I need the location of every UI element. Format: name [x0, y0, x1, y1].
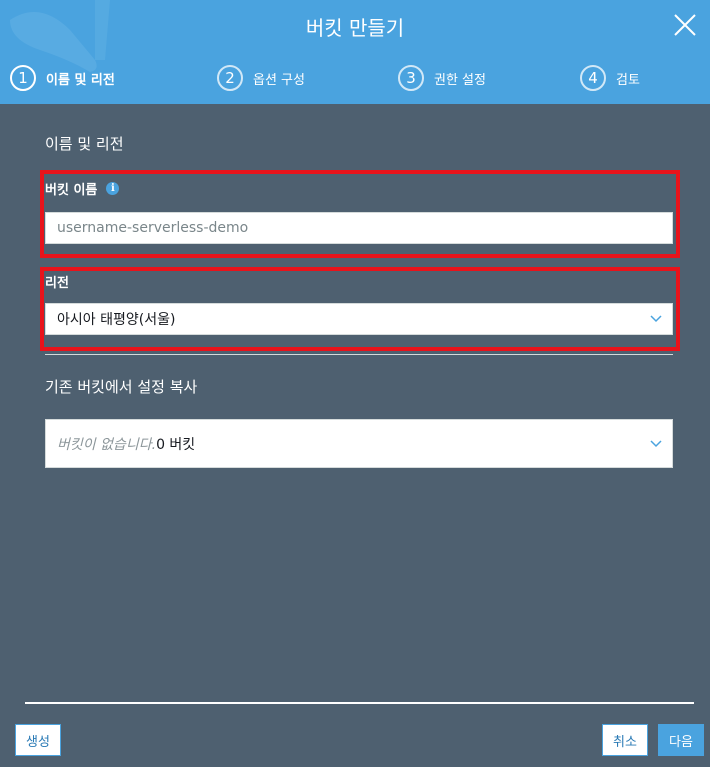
step-number: 1 — [10, 65, 36, 91]
step-1: 1 이름 및 리전 — [10, 64, 115, 92]
step-label: 이름 및 리전 — [46, 72, 115, 88]
region-selected-value: 아시아 태평양(서울) — [57, 312, 176, 328]
step-number: 2 — [217, 65, 243, 91]
dialog-title: 버킷 만들기 — [305, 16, 405, 40]
footer-divider — [25, 702, 694, 704]
bucket-name-label: 버킷 이름 i — [45, 179, 120, 198]
info-icon[interactable]: i — [106, 182, 120, 195]
close-icon[interactable] — [670, 10, 700, 40]
step-4: 4 검토 — [580, 64, 640, 92]
bucket-name-label-text: 버킷 이름 — [45, 183, 98, 198]
step-label: 권한 설정 — [434, 72, 486, 88]
step-number: 3 — [398, 65, 424, 91]
step-number: 4 — [580, 65, 606, 91]
section-title: 이름 및 리전 — [45, 135, 124, 153]
step-label: 옵션 구성 — [253, 72, 305, 88]
chevron-down-icon — [650, 315, 662, 323]
copy-settings-select[interactable]: 버킷이 없습니다. 0 버킷 — [45, 419, 673, 468]
copy-settings-count: 0 버킷 — [156, 436, 196, 453]
cancel-button[interactable]: 취소 — [602, 724, 648, 756]
next-button[interactable]: 다음 — [658, 724, 704, 756]
section-divider — [45, 354, 673, 355]
step-3: 3 권한 설정 — [398, 64, 486, 92]
step-label: 검토 — [616, 72, 640, 88]
bucket-name-input[interactable]: username-serverless-demo — [45, 212, 673, 244]
dialog-header: 버킷 만들기 1 이름 및 리전 2 옵션 구성 3 권한 설정 4 검토 — [0, 0, 710, 104]
region-select[interactable]: 아시아 태평양(서울) — [45, 303, 673, 335]
chevron-down-icon — [650, 439, 662, 447]
region-label: 리전 — [45, 276, 69, 291]
copy-settings-title: 기존 버킷에서 설정 복사 — [45, 378, 198, 396]
step-2: 2 옵션 구성 — [217, 64, 305, 92]
copy-settings-placeholder: 버킷이 없습니다. — [57, 436, 157, 453]
create-button[interactable]: 생성 — [15, 724, 61, 756]
